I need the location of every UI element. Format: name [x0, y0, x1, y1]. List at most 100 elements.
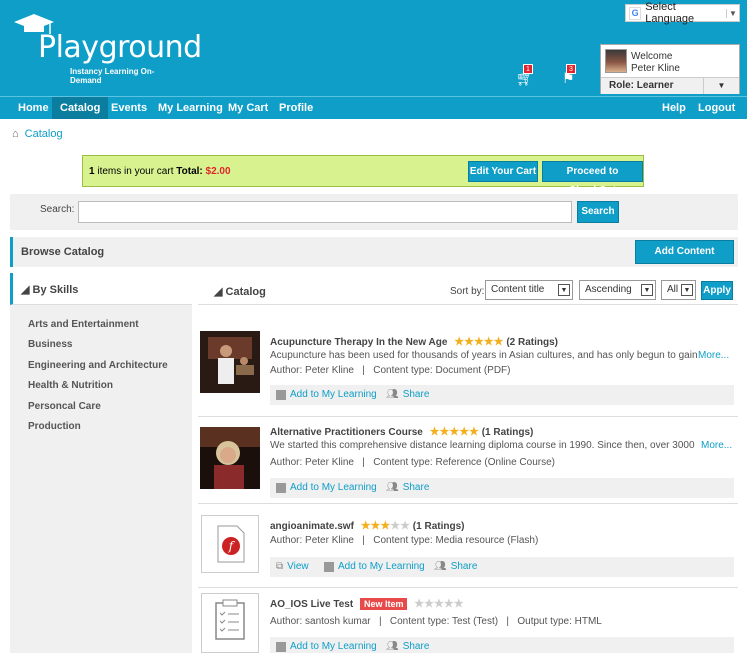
- add-to-learning-link[interactable]: Add to My Learning: [324, 561, 425, 572]
- flash-file-icon[interactable]: f: [201, 515, 259, 573]
- users-icon: 👥︎: [434, 561, 447, 572]
- skill-item[interactable]: Personcal Care: [28, 401, 101, 412]
- book-icon: [276, 641, 286, 652]
- test-clipboard-icon[interactable]: [201, 593, 259, 653]
- breadcrumb-catalog[interactable]: Catalog: [25, 128, 63, 140]
- nav-logout[interactable]: Logout: [690, 97, 743, 119]
- caret-icon: ◢: [214, 286, 226, 298]
- add-content-button[interactable]: Add Content: [635, 240, 734, 264]
- star-rating[interactable]: ★★★★★: [414, 597, 463, 610]
- avatar: [605, 49, 627, 73]
- ratings-count: (1 Ratings): [481, 427, 534, 438]
- sidebar-title: By Skills: [32, 284, 79, 296]
- sort-order-value: Ascending: [585, 284, 632, 295]
- sidebar-header[interactable]: ◢ By Skills: [10, 273, 192, 305]
- share-link[interactable]: 👥︎ Share: [386, 482, 429, 493]
- users-icon: 👥︎: [386, 389, 399, 400]
- catalog-item: AO_IOS Live Test New Item ★★★★★ Author: …: [198, 593, 738, 653]
- item-content-type: Content type: Test (Test): [389, 616, 499, 627]
- add-to-learning-link[interactable]: Add to My Learning: [276, 641, 377, 652]
- share-link[interactable]: 👥︎ Share: [386, 389, 429, 400]
- home-icon[interactable]: ⌂: [12, 128, 19, 140]
- apply-button[interactable]: Apply: [701, 281, 733, 300]
- nav-help[interactable]: Help: [654, 97, 694, 119]
- skill-item[interactable]: Health & Nutrition: [28, 380, 113, 391]
- nav-my-learning[interactable]: My Learning: [150, 97, 231, 119]
- book-icon: [324, 561, 334, 572]
- divider: [198, 503, 738, 504]
- item-actions: Add to My Learning 👥︎ Share: [270, 385, 734, 405]
- language-selector[interactable]: G Select Language ▼: [625, 1, 740, 25]
- chevron-down-icon: ▼: [558, 284, 570, 296]
- search-label: Search:: [40, 204, 75, 215]
- breadcrumb: ⌂ Catalog: [12, 128, 63, 140]
- skill-item[interactable]: Business: [28, 339, 72, 350]
- chevron-down-icon: ▼: [681, 284, 693, 296]
- role-label: Role: Learner: [609, 80, 674, 91]
- share-link[interactable]: 👥︎ Share: [386, 641, 429, 652]
- playground-logo[interactable]: Playground Instancy Learning On-Demand: [14, 12, 202, 85]
- catalog-item: f angioanimate.swf ★★★★★ (1 Ratings) Aut…: [198, 515, 738, 588]
- sort-label: Sort by:: [450, 286, 485, 297]
- checkout-button[interactable]: Proceed to CheckOut: [542, 161, 643, 196]
- item-thumbnail[interactable]: [200, 427, 260, 489]
- search-bar: Search: Search: [10, 194, 738, 230]
- star-rating[interactable]: ★★★★★: [361, 519, 410, 532]
- divider: [198, 587, 738, 588]
- item-description: Acupuncture has been used for thousands …: [270, 350, 700, 361]
- nav-home[interactable]: Home: [10, 97, 57, 119]
- more-link[interactable]: More...: [698, 350, 729, 361]
- nav-my-cart[interactable]: My Cart: [220, 97, 276, 119]
- nav-catalog[interactable]: Catalog: [52, 97, 109, 119]
- nav-events[interactable]: Events: [103, 97, 155, 119]
- role-selector[interactable]: Role: Learner ▼: [601, 77, 739, 94]
- nav-profile[interactable]: Profile: [271, 97, 321, 119]
- add-to-learning-link[interactable]: Add to My Learning: [276, 482, 377, 493]
- search-button[interactable]: Search: [577, 201, 619, 223]
- catalog-panel: ◢ Catalog Sort by: Content title ▼ Ascen…: [198, 273, 738, 653]
- user-panel: Welcome Peter Kline Role: Learner ▼: [600, 44, 740, 94]
- new-item-badge: New Item: [359, 598, 408, 610]
- main-nav: Home Catalog Events My Learning My Cart …: [0, 96, 747, 119]
- view-link[interactable]: ⧉ View: [276, 561, 309, 572]
- sort-field-value: Content title: [491, 284, 545, 295]
- chevron-down-icon: ▼: [725, 8, 739, 18]
- caret-icon: ◢: [21, 284, 33, 296]
- sort-field-select[interactable]: Content title ▼: [485, 280, 573, 300]
- more-link[interactable]: More...: [701, 440, 732, 451]
- cart-summary-text: 1 items in your cart Total: $2.00: [89, 166, 231, 177]
- cart-total-label: Total:: [176, 166, 206, 177]
- external-link-icon: ⧉: [276, 561, 284, 572]
- search-input[interactable]: [78, 201, 572, 223]
- catalog-item: Alternative Practitioners Course ★★★★★ (…: [198, 421, 738, 504]
- book-icon: [276, 389, 286, 400]
- item-output-type: Output type: HTML: [517, 616, 602, 627]
- item-title[interactable]: angioanimate.swf: [270, 521, 354, 532]
- star-rating[interactable]: ★★★★★: [454, 335, 503, 348]
- filter-select[interactable]: All ▼: [661, 280, 696, 300]
- item-content-type: Content type: Media resource (Flash): [373, 535, 539, 546]
- catalog-header: ◢ Catalog Sort by: Content title ▼ Ascen…: [198, 273, 738, 305]
- notification-count-badge: 3: [566, 64, 576, 74]
- user-name: Peter Kline: [631, 63, 680, 74]
- star-rating[interactable]: ★★★★★: [430, 425, 479, 438]
- edit-cart-button[interactable]: Edit Your Cart: [468, 161, 538, 182]
- divider: [198, 416, 738, 417]
- item-title[interactable]: AO_IOS Live Test: [270, 599, 353, 610]
- item-author: Author: Peter Kline: [270, 457, 354, 468]
- language-label: Select Language: [645, 1, 695, 25]
- skill-item[interactable]: Production: [28, 421, 81, 432]
- item-title[interactable]: Acupuncture Therapy In the New Age: [270, 337, 447, 348]
- cart-summary-bar: 1 items in your cart Total: $2.00 Edit Y…: [82, 155, 644, 196]
- browse-catalog-title: Browse Catalog: [21, 246, 105, 258]
- item-thumbnail[interactable]: [200, 331, 260, 393]
- skill-item[interactable]: Arts and Entertainment: [28, 319, 139, 330]
- item-description: We started this comprehensive distance l…: [270, 440, 695, 451]
- skill-item[interactable]: Engineering and Architecture: [28, 360, 168, 371]
- chevron-down-icon: ▼: [641, 284, 653, 296]
- sort-order-select[interactable]: Ascending ▼: [579, 280, 656, 300]
- share-link[interactable]: 👥︎ Share: [434, 561, 477, 572]
- add-to-learning-link[interactable]: Add to My Learning: [276, 389, 377, 400]
- item-title[interactable]: Alternative Practitioners Course: [270, 427, 423, 438]
- cart-total: $2.00: [205, 166, 231, 177]
